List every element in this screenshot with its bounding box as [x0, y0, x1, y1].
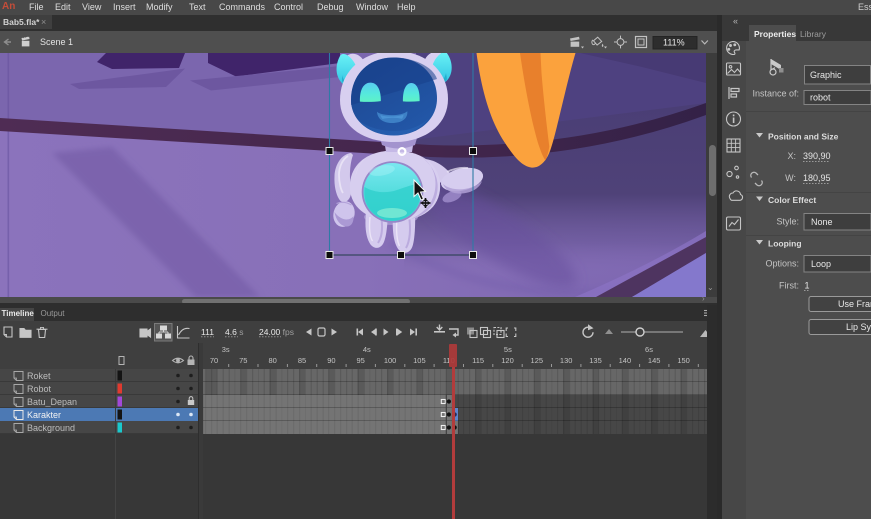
svg-text:None: None: [811, 217, 833, 227]
svg-text:W:: W:: [785, 173, 796, 183]
svg-text:Instance of:: Instance of:: [752, 89, 799, 99]
svg-text:Loop: Loop: [811, 259, 831, 269]
svg-text:24.00 fps: 24.00 fps: [259, 327, 294, 337]
svg-text:First:: First:: [779, 281, 799, 291]
svg-text:111%: 111%: [663, 38, 685, 48]
svg-text:4.6 s: 4.6 s: [225, 327, 243, 337]
svg-text:Use Frame Picker: Use Frame Picker: [838, 299, 871, 309]
svg-text:390,90: 390,90: [803, 151, 831, 161]
svg-text:Style:: Style:: [776, 217, 799, 227]
svg-text:Color Effect: Color Effect: [768, 195, 816, 205]
svg-text:Graphic: Graphic: [810, 70, 842, 80]
svg-text:Looping: Looping: [768, 239, 802, 249]
svg-text:111: 111: [201, 327, 214, 337]
svg-text:180,95: 180,95: [803, 173, 831, 183]
svg-text:robot: robot: [810, 93, 831, 103]
svg-text:Position and Size: Position and Size: [768, 132, 839, 142]
svg-text:Lip Syncing: Lip Syncing: [846, 322, 871, 332]
svg-text:X:: X:: [787, 151, 796, 161]
svg-text:Options:: Options:: [765, 259, 799, 269]
svg-text:1: 1: [805, 281, 810, 291]
